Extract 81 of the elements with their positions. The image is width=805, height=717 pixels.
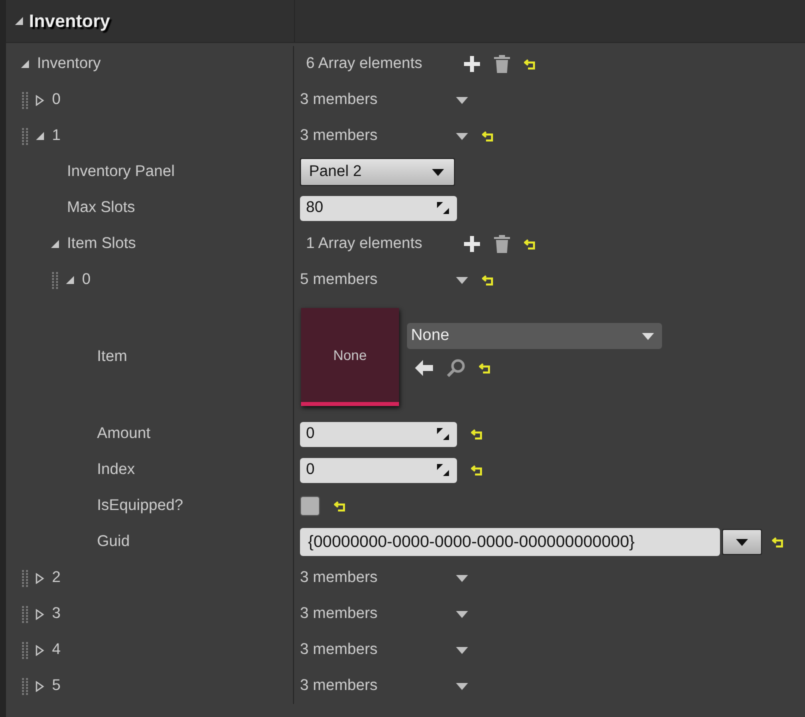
member-count: 3 members [300,569,379,587]
caret-icon[interactable] [456,132,468,140]
caret-icon[interactable] [456,96,468,104]
reset-icon[interactable] [471,464,483,476]
caret-icon[interactable] [456,646,468,654]
caret-icon [736,538,748,546]
caret-icon [432,168,444,176]
property-label: 5 [52,677,61,695]
resize-icon [437,428,449,440]
dropdown-button[interactable] [722,529,762,555]
resize-icon [437,202,449,214]
add-icon[interactable] [464,56,480,72]
asset-dropdown[interactable]: None [407,323,662,349]
collapsed-arrow-icon[interactable] [35,94,45,106]
property-label: Guid [97,533,130,551]
drag-handle-icon[interactable] [22,570,28,586]
expanded-arrow-icon[interactable] [50,238,60,250]
resize-icon [437,464,449,476]
reset-icon[interactable] [479,362,491,374]
property-label: Max Slots [67,199,136,217]
reset-icon[interactable] [524,238,536,250]
caret-icon[interactable] [456,574,468,582]
category-header[interactable]: Inventory [6,0,805,43]
member-count: 5 members [300,271,379,289]
element-count: 6 Array elements [305,55,424,73]
property-label: 0 [52,91,61,109]
collapsed-arrow-icon[interactable] [35,608,45,620]
guid-field[interactable]: {00000000-0000-0000-0000-000000000000} [300,528,720,556]
expanded-arrow-icon[interactable] [20,58,30,70]
panel-dropdown[interactable]: Panel 2 [300,158,455,186]
collapsed-arrow-icon[interactable] [35,572,45,584]
drag-handle-icon[interactable] [22,92,28,108]
drag-handle-icon[interactable] [22,642,28,658]
reset-icon[interactable] [524,58,536,70]
reset-icon[interactable] [471,428,483,440]
property-label: Amount [97,425,150,443]
checkbox[interactable] [300,496,320,516]
reset-icon[interactable] [334,500,346,512]
property-label: 2 [52,569,61,587]
property-label: IsEquipped? [97,497,184,515]
add-icon[interactable] [464,236,480,252]
drag-handle-icon[interactable] [22,678,28,694]
number-field[interactable]: 80 [300,196,457,220]
caret-icon[interactable] [456,610,468,618]
member-count: 3 members [300,91,379,109]
collapsed-arrow-icon[interactable] [35,680,45,692]
property-label: Index [97,461,135,479]
arrow-left-icon[interactable] [415,360,433,376]
trash-icon[interactable] [494,235,510,253]
search-icon[interactable] [447,359,465,377]
caret-icon[interactable] [456,276,468,284]
member-count: 3 members [300,605,379,623]
expanded-arrow-icon[interactable] [14,16,24,26]
drag-handle-icon[interactable] [22,128,28,144]
member-count: 3 members [300,641,379,659]
property-label: 0 [82,271,91,289]
member-count: 3 members [300,677,379,695]
property-label: 4 [52,641,61,659]
number-field[interactable]: 0 [300,422,457,446]
collapsed-arrow-icon[interactable] [35,644,45,656]
trash-icon[interactable] [494,55,510,73]
member-count: 3 members [300,127,379,145]
reset-icon[interactable] [482,130,494,142]
category-title: Inventory [29,10,110,32]
property-label: Inventory [37,55,101,73]
caret-icon [642,332,654,340]
drag-handle-icon[interactable] [22,606,28,622]
property-label: 3 [52,605,61,623]
number-field[interactable]: 0 [300,458,457,482]
reset-icon[interactable] [482,274,494,286]
expanded-arrow-icon[interactable] [35,130,45,142]
property-label: Inventory Panel [67,163,175,181]
reset-icon[interactable] [772,536,784,548]
element-count: 1 Array elements [305,235,424,253]
property-label: 1 [52,127,61,145]
caret-icon[interactable] [456,682,468,690]
expanded-arrow-icon[interactable] [65,274,75,286]
drag-handle-icon[interactable] [52,272,58,288]
property-label: Item Slots [67,235,136,253]
asset-thumbnail[interactable]: None [301,308,399,406]
property-label: Item [97,348,128,366]
